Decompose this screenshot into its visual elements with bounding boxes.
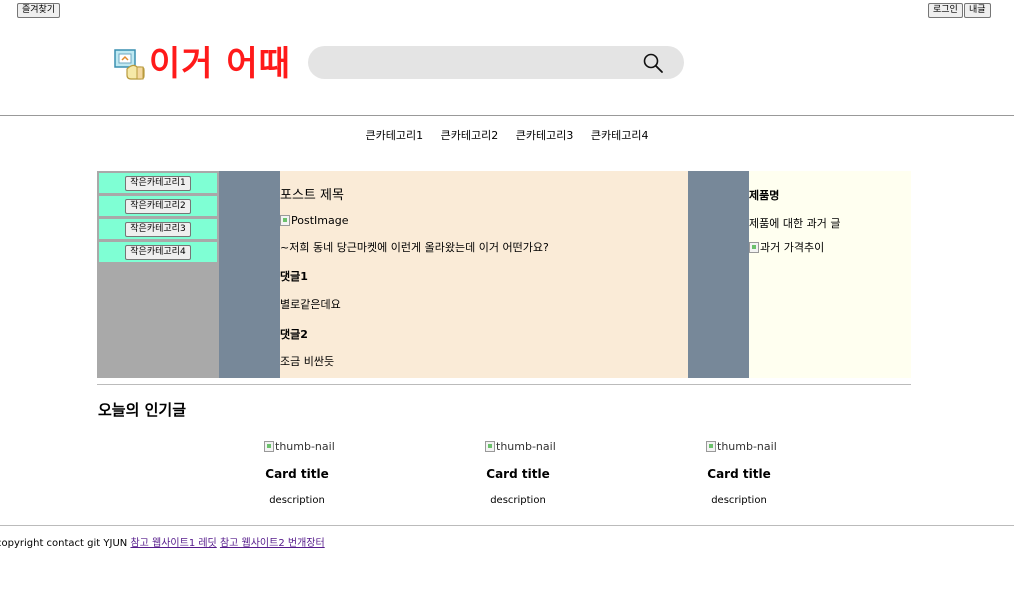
- card-thumbnail-alt: thumb-nail: [496, 440, 556, 453]
- nav-item-category-2[interactable]: 큰카테고리2: [441, 129, 499, 142]
- main-content: 작은카테고리1 작은카테고리2 작은카테고리3 작은카테고리4 포스트 제목 P…: [97, 171, 911, 378]
- broken-image-icon: [749, 241, 759, 253]
- comment-heading-1: 댓글1: [280, 270, 308, 283]
- footer-divider: [0, 525, 1014, 526]
- post-panel: 포스트 제목 PostImage ~저희 동네 당근마켓에 이런게 올라왔는데 …: [280, 171, 688, 378]
- card-title: Card title: [707, 467, 771, 481]
- broken-image-icon: [280, 215, 290, 226]
- comment-heading-2: 댓글2: [280, 328, 308, 341]
- post-image: PostImage: [280, 214, 348, 227]
- comment-text-2: 조금 비싼듯: [280, 355, 335, 368]
- small-category-item-1: 작은카테고리1: [99, 173, 217, 193]
- small-category-button-2[interactable]: 작은카테고리2: [125, 198, 191, 214]
- logo[interactable]: 이거 어때: [113, 44, 291, 84]
- footer-link-reddit[interactable]: 참고 웹사이트1 레딧: [130, 538, 216, 549]
- nav-item-category-1[interactable]: 큰카테고리1: [366, 129, 424, 142]
- small-category-item-4: 작은카테고리4: [99, 242, 217, 262]
- popular-card-1[interactable]: thumb-nail Card title description: [264, 440, 384, 506]
- card-thumbnail-alt: thumb-nail: [717, 440, 777, 453]
- card-thumbnail: thumb-nail: [706, 440, 826, 453]
- price-history-image: 과거 가격추이: [749, 239, 824, 255]
- popular-card-2[interactable]: thumb-nail Card title description: [485, 440, 605, 506]
- broken-image-icon: [485, 441, 495, 452]
- comment-text-1: 별로같은데요: [280, 298, 341, 311]
- search-icon[interactable]: [642, 52, 664, 74]
- favorites-button[interactable]: 즐겨찾기: [17, 3, 61, 18]
- post-body: ~저희 동네 당근마켓에 이런게 올라왔는데 이거 어떤가요?: [280, 241, 549, 254]
- card-thumbnail-alt: thumb-nail: [275, 440, 335, 453]
- product-panel: 제품명 제품에 대한 과거 글 과거 가격추이: [749, 171, 911, 378]
- my-posts-button[interactable]: 내글: [964, 3, 991, 18]
- search-input[interactable]: [326, 52, 630, 74]
- card-title: Card title: [265, 467, 329, 481]
- price-history-alt: 과거 가격추이: [760, 241, 825, 254]
- card-thumbnail: thumb-nail: [264, 440, 384, 453]
- small-category-sidebar: 작은카테고리1 작은카테고리2 작은카테고리3 작은카테고리4: [97, 171, 219, 378]
- post-image-alt: PostImage: [291, 214, 349, 227]
- card-thumbnail: thumb-nail: [485, 440, 605, 453]
- right-spacer: [688, 171, 749, 378]
- post-title: 포스트 제목: [280, 188, 344, 203]
- login-button[interactable]: 로그인: [928, 3, 963, 18]
- search-bar: [308, 46, 684, 79]
- logo-text: 이거 어때: [149, 44, 291, 84]
- small-category-button-4[interactable]: 작은카테고리4: [125, 244, 191, 260]
- card-title: Card title: [486, 467, 550, 481]
- broken-image-icon: [264, 441, 274, 452]
- header-divider: [0, 115, 1014, 116]
- product-name: 제품명: [749, 189, 780, 202]
- footer-link-bunjang[interactable]: 참고 웹사이트2 번개장터: [220, 538, 325, 549]
- nav-item-category-4[interactable]: 큰카테고리4: [591, 129, 649, 142]
- logo-icon: [114, 49, 145, 80]
- broken-image-icon: [706, 441, 716, 452]
- footer-text: copyright contact git YJUN: [0, 538, 128, 549]
- small-category-button-1[interactable]: 작은카테고리1: [125, 175, 191, 191]
- content-divider: [97, 384, 911, 385]
- small-category-item-2: 작은카테고리2: [99, 196, 217, 216]
- left-spacer: [219, 171, 280, 378]
- popular-posts-title: 오늘의 인기글: [98, 401, 187, 419]
- card-description: description: [269, 495, 325, 506]
- category-nav: 큰카테고리1 큰카테고리2 큰카테고리3 큰카테고리4: [0, 127, 1014, 143]
- card-description: description: [711, 495, 767, 506]
- small-category-button-3[interactable]: 작은카테고리3: [125, 221, 191, 237]
- product-description: 제품에 대한 과거 글: [749, 217, 841, 230]
- footer: copyright contact git YJUN 참고 웹사이트1 레딧 참…: [0, 534, 325, 549]
- small-category-item-3: 작은카테고리3: [99, 219, 217, 239]
- card-description: description: [490, 495, 546, 506]
- nav-item-category-3[interactable]: 큰카테고리3: [516, 129, 574, 142]
- popular-card-3[interactable]: thumb-nail Card title description: [706, 440, 826, 506]
